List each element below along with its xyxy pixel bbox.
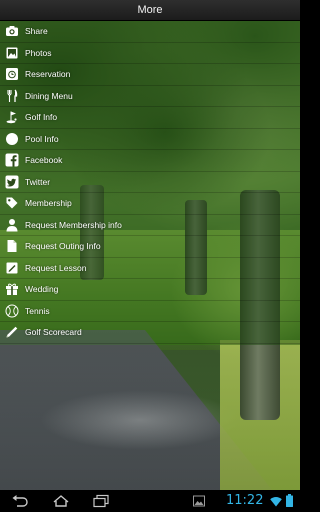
person-icon [5,218,19,232]
tag-icon [5,196,19,210]
gallery-notification-icon [193,495,205,507]
more-menu-list: Share Photos Reservation Dining Menu Gol [0,21,300,345]
menu-item-label: Request Outing Info [25,241,101,252]
menu-item-request-lesson[interactable]: Request Lesson [0,258,300,279]
menu-item-membership[interactable]: Membership [0,193,300,215]
home-icon [53,495,69,507]
menu-item-label: Membership [25,198,72,209]
menu-item-photos[interactable]: Photos [0,43,300,64]
menu-item-label: Facebook [25,155,63,166]
menu-item-reservation[interactable]: Reservation [0,64,300,86]
home-button[interactable] [52,493,70,509]
recent-apps-button[interactable] [92,493,110,509]
document-icon [5,239,19,253]
menu-item-facebook[interactable]: Facebook [0,150,300,172]
menu-item-golf-info[interactable]: Golf Info [0,107,300,129]
battery-icon [286,494,293,507]
photos-icon [5,46,19,60]
menu-item-tennis[interactable]: Tennis [0,301,300,322]
back-button[interactable] [11,493,29,509]
twitter-icon [5,175,19,189]
menu-item-label: Photos [25,47,52,58]
pencil-icon [5,325,19,339]
top-action-bar: More [0,0,300,21]
menu-item-label: Golf Info [25,112,58,123]
menu-item-label: Twitter [25,176,51,187]
menu-item-twitter[interactable]: Twitter [0,172,300,193]
menu-item-label: Request Membership info [25,219,122,230]
menu-item-label: Share [25,26,48,37]
facebook-icon [5,153,19,167]
menu-item-share[interactable]: Share [0,21,300,43]
back-arrow-icon [12,495,28,507]
note-icon [5,261,19,275]
menu-item-label: Wedding [25,284,59,295]
wifi-icon [270,496,282,507]
menu-item-label: Reservation [25,69,71,80]
menu-item-dining-menu[interactable]: Dining Menu [0,86,300,107]
alarm-clock-icon [5,67,19,81]
status-clock: 11:22 [226,493,264,508]
circle-icon [5,132,19,146]
menu-item-pool-info[interactable]: Pool Info [0,129,300,150]
camera-icon [5,24,19,38]
menu-item-label: Pool Info [25,133,59,144]
menu-item-wedding[interactable]: Wedding [0,279,300,301]
gift-icon [5,282,19,296]
menu-item-request-membership-info[interactable]: Request Membership info [0,215,300,236]
golf-icon [5,110,19,124]
page-title: More [137,4,163,16]
tennis-ball-icon [5,304,19,318]
menu-item-label: Golf Scorecard [25,327,82,338]
fork-knife-icon [5,89,19,103]
menu-item-label: Request Lesson [25,262,87,273]
system-navigation-bar: 11:22 [0,490,300,512]
app-screen: More Share Photos Reservation Dining Men… [0,0,300,512]
menu-item-label: Dining Menu [25,90,73,101]
menu-item-request-outing-info[interactable]: Request Outing Info [0,236,300,258]
menu-item-golf-scorecard[interactable]: Golf Scorecard [0,322,300,344]
recent-apps-icon [93,494,109,508]
menu-item-label: Tennis [25,305,50,316]
